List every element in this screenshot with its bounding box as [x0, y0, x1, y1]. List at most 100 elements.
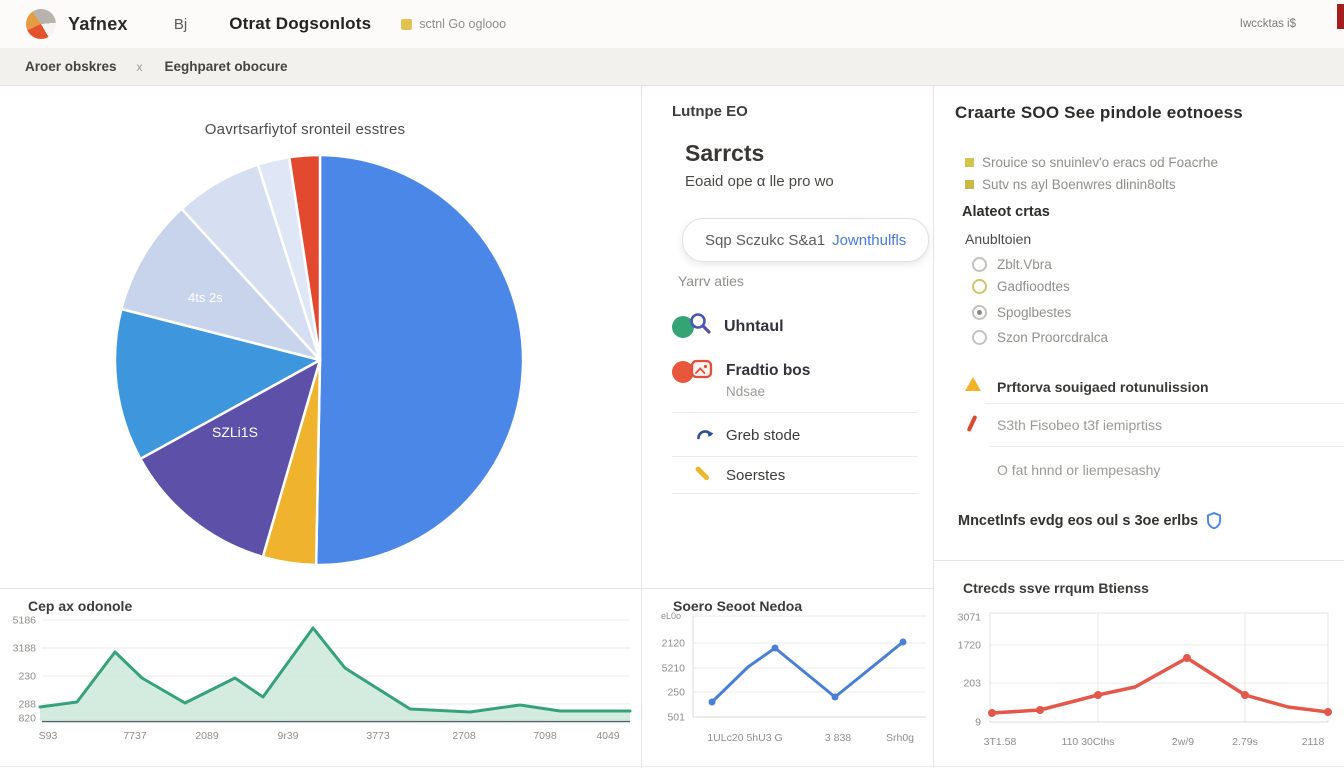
- right-divider-2: [990, 446, 1344, 447]
- right-subhead-1: Alateot crtas: [962, 204, 1050, 220]
- middle-kicker: Lutnpe EO: [672, 103, 748, 120]
- radio-icon[interactable]: [972, 279, 987, 294]
- right-note: O fat hnnd or liempesashy: [997, 462, 1160, 478]
- legend-divider-1: [672, 412, 918, 413]
- svg-text:2089: 2089: [195, 730, 219, 742]
- radio-icon[interactable]: [972, 257, 987, 272]
- svg-text:S93: S93: [39, 730, 58, 742]
- pie-slice-main-blue[interactable]: [316, 155, 523, 565]
- svg-text:7098: 7098: [533, 730, 557, 742]
- bullet-square-icon: [965, 158, 974, 167]
- brand-name[interactable]: Yafnex: [68, 14, 128, 35]
- svg-text:5210: 5210: [662, 663, 686, 675]
- error-slash-icon: [967, 415, 978, 432]
- badge-text: sctnl Go oglooo: [419, 17, 506, 31]
- legend-item-4[interactable]: Soerstes: [726, 467, 785, 484]
- line-chart-blue: 212052102505011ULc20 5hU3 G3 838Srh0geL0…: [641, 588, 933, 768]
- tab-close-icon[interactable]: x: [137, 60, 143, 74]
- svg-text:4049: 4049: [596, 730, 620, 742]
- svg-text:3071: 3071: [958, 612, 982, 624]
- series-line: [712, 642, 903, 702]
- svg-text:2708: 2708: [452, 730, 476, 742]
- svg-text:203: 203: [963, 678, 981, 690]
- pie-chart-title: Oavrtsarfiytof sronteil esstres: [105, 121, 505, 138]
- svg-text:820: 820: [18, 713, 36, 725]
- warning-text-1: Prftorva souigaed rotunulission: [997, 379, 1209, 395]
- right-panel-title: Craarte SOO See pindole eotnoess: [955, 103, 1243, 123]
- brand-logo-icon[interactable]: [26, 9, 56, 39]
- pie-chart: 4ts 2s SZLi1S: [100, 140, 540, 580]
- tab-bar: Aroer obskres x Eeghparet obocure: [0, 48, 1344, 86]
- window-edge-accent: [1337, 4, 1344, 29]
- svg-text:Srh0g: Srh0g: [886, 732, 914, 744]
- bullet-square-icon: [965, 180, 974, 189]
- svg-text:3773: 3773: [366, 730, 390, 742]
- radio-option-4[interactable]: Szon Proorcdralca: [972, 330, 1108, 345]
- tab-first[interactable]: Aroer obskres: [25, 59, 117, 74]
- svg-text:230: 230: [18, 671, 36, 683]
- svg-text:501: 501: [667, 712, 685, 724]
- app-window: Yafnex Bj Otrat Dogsonlots sctnl Go oglo…: [0, 0, 1344, 768]
- middle-heading: Sarrcts: [685, 140, 764, 167]
- bullet-text-2: Sutv ns ayl Boenwres dlinin8olts: [982, 177, 1176, 192]
- svg-text:3T1.58: 3T1.58: [984, 736, 1017, 748]
- radio-option-3[interactable]: Spoglbestes: [972, 305, 1071, 320]
- svg-text:eL0o: eL0o: [661, 611, 681, 621]
- middle-caption: Yarrv aties: [678, 273, 744, 289]
- pie-slice-label: SZLi1S: [212, 424, 258, 440]
- svg-text:2w/9: 2w/9: [1172, 736, 1194, 748]
- right-footer: Mncetlnfs evdg eos oul s 3oe erlbs: [958, 512, 1222, 529]
- right-footer-text: Mncetlnfs evdg eos oul s 3oe erlbs: [958, 513, 1198, 529]
- middle-subheading: Eoaid ope α lle pro wo: [685, 173, 834, 190]
- pie-slice-label: 4ts 2s: [188, 290, 223, 305]
- radio-icon[interactable]: [972, 305, 987, 320]
- download-button-link[interactable]: Jownthulfls: [832, 232, 906, 249]
- right-subhead-2: Anubltoien: [965, 231, 1031, 247]
- svg-text:2120: 2120: [662, 638, 686, 650]
- header-badge[interactable]: sctnl Go oglooo: [401, 17, 506, 31]
- right-divider-1: [985, 403, 1344, 404]
- radio-label: Zblt.Vbra: [997, 257, 1052, 272]
- svg-text:2118: 2118: [1302, 736, 1325, 748]
- legend-item-2[interactable]: Fradtio bos: [726, 362, 810, 380]
- legend-item-1[interactable]: Uhntaul: [724, 318, 784, 336]
- svg-text:9r39: 9r39: [277, 730, 298, 742]
- svg-text:288: 288: [18, 699, 36, 711]
- legend-divider-3: [672, 493, 918, 494]
- badge-square-icon: [401, 19, 412, 30]
- top-header: Yafnex Bj Otrat Dogsonlots sctnl Go oglo…: [0, 0, 1344, 48]
- radio-icon[interactable]: [972, 330, 987, 345]
- legend-item-2-sub: Ndsae: [726, 384, 765, 399]
- radio-option-2[interactable]: Gadfioodtes: [972, 279, 1070, 294]
- warning-triangle-icon: [965, 377, 981, 391]
- legend-item-3[interactable]: Greb stode: [726, 427, 800, 444]
- radio-label: Szon Proorcdralca: [997, 330, 1108, 345]
- download-button[interactable]: Sqp Sczukc S&a1 Jownthulfls: [682, 218, 929, 262]
- tab-second[interactable]: Eeghparet obocure: [165, 59, 288, 74]
- search-icon: [688, 311, 714, 337]
- nav-item-primary[interactable]: Otrat Dogsonlots: [229, 14, 371, 34]
- download-button-label: Sqp Sczukc S&a1: [705, 232, 825, 249]
- image-icon: [689, 357, 715, 383]
- svg-text:3 838: 3 838: [825, 732, 851, 744]
- header-account-link[interactable]: Iwccktas i$: [1240, 18, 1296, 30]
- pencil-stroke-icon: [695, 466, 710, 481]
- svg-text:250: 250: [667, 687, 685, 699]
- radio-label: Gadfioodtes: [997, 279, 1070, 294]
- bullet-item: Srouice so snuinlev'o eracs od Foacrhe: [965, 155, 1218, 170]
- radio-mark: [977, 310, 982, 315]
- svg-text:9: 9: [975, 717, 981, 729]
- svg-text:110 30Cths: 110 30Cths: [1062, 736, 1115, 748]
- radio-option-1[interactable]: Zblt.Vbra: [972, 257, 1052, 272]
- series-line: [992, 658, 1328, 713]
- svg-text:1720: 1720: [958, 640, 982, 652]
- line-chart-red: 3071 1720 203 93T1.58 110 30Cths 2w/9 2.79s 211…: [933, 560, 1344, 766]
- nav-item-secondary[interactable]: Bj: [174, 16, 187, 33]
- svg-text:3188: 3188: [13, 643, 37, 655]
- legend-divider-2: [672, 456, 918, 457]
- shield-icon: [1206, 512, 1222, 529]
- bullet-item: Sutv ns ayl Boenwres dlinin8olts: [965, 177, 1176, 192]
- redo-arrow-icon: [694, 424, 716, 444]
- svg-text:2.79s: 2.79s: [1232, 736, 1258, 748]
- radio-label: Spoglbestes: [997, 305, 1071, 320]
